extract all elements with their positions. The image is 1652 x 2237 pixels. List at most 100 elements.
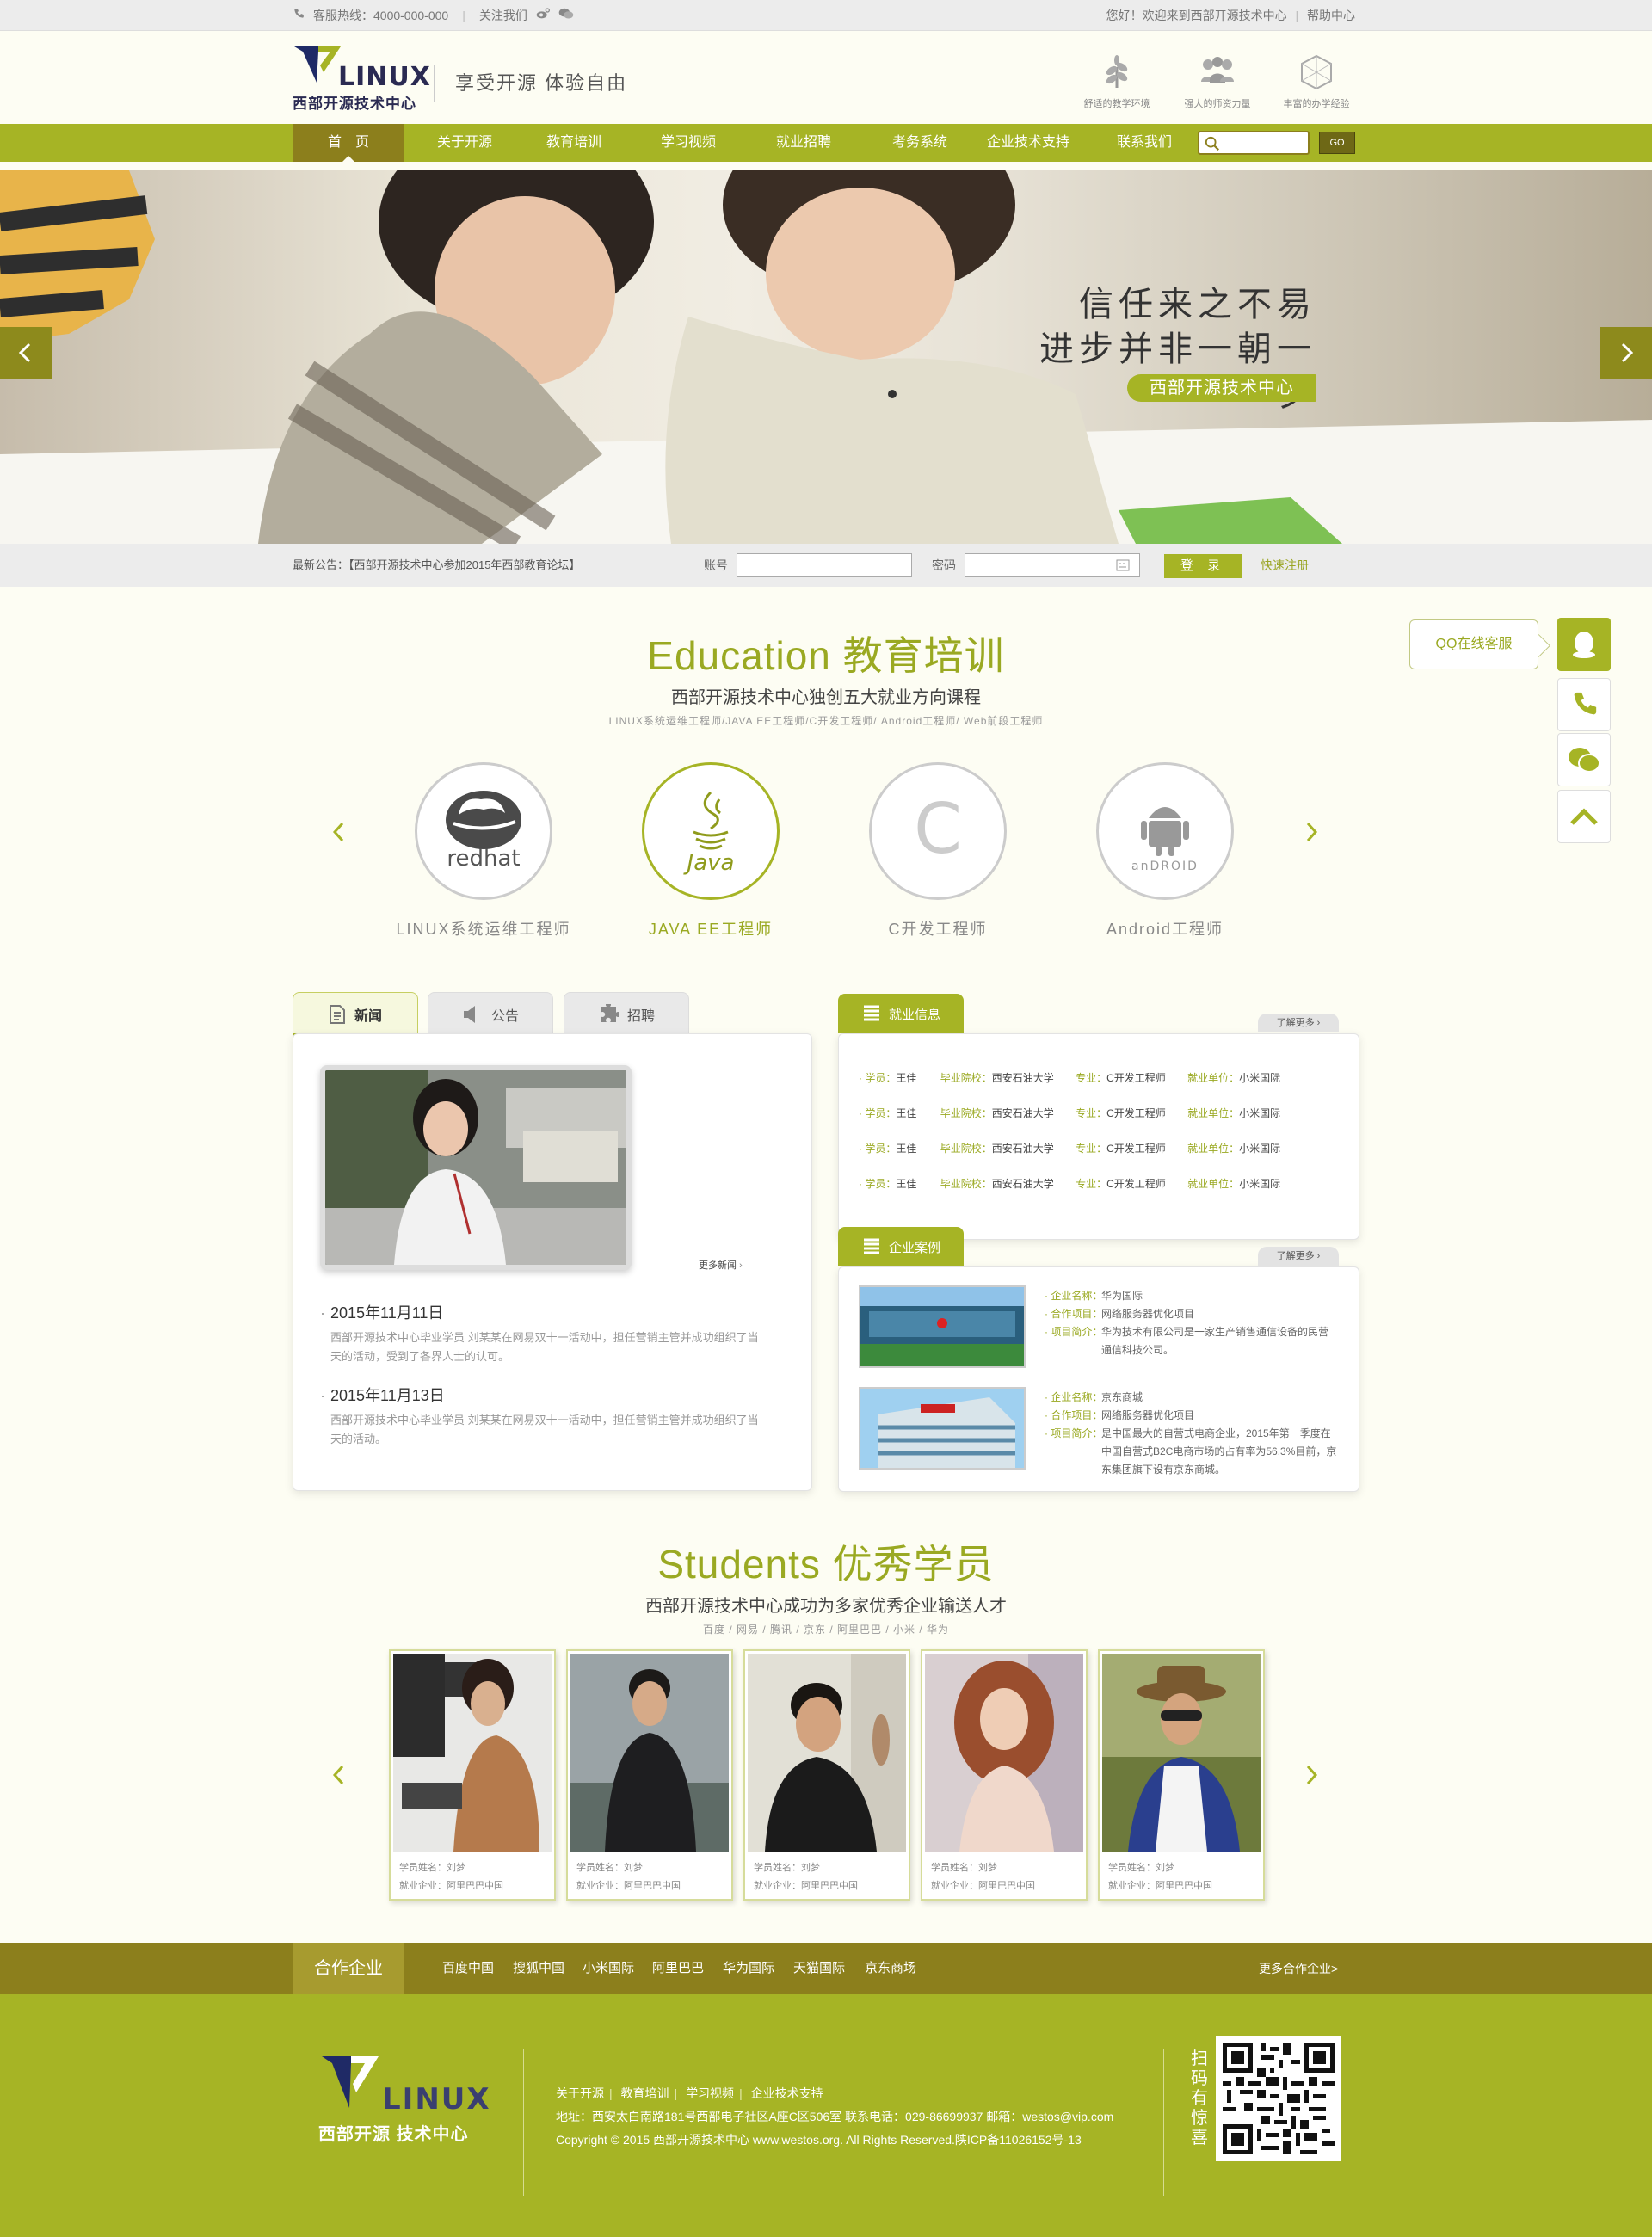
student-name: 刘梦 [801,1863,820,1873]
cases-panel-tab: 企业案例 [838,1227,964,1266]
student-card[interactable]: 学员姓名：刘梦 就业企业：阿里巴巴中国 [1098,1649,1265,1901]
courses-prev-button[interactable] [329,819,349,845]
cases-more-button[interactable]: 了解更多 › [1258,1247,1339,1266]
student-card[interactable]: 学员姓名：刘梦 就业企业：阿里巴巴中国 [921,1649,1088,1901]
chevron-right-icon [1306,822,1318,842]
label: 就业企业： [576,1881,624,1891]
student-company: 阿里巴巴中国 [1156,1881,1212,1891]
case-image-jd[interactable] [859,1387,1026,1470]
partner-link[interactable]: 天猫国际 [793,1943,845,1994]
company-name: 京东商城 [1101,1391,1143,1403]
register-link[interactable]: 快速注册 [1261,544,1309,587]
partner-link[interactable]: 搜狐中国 [513,1943,564,1994]
partner-link[interactable]: 京东商场 [865,1943,916,1994]
footer-link[interactable]: 学习视频 [686,2086,734,2100]
slogan: 享受开源 体验自由 [434,65,627,102]
footer-link[interactable]: 企业技术支持 [751,2086,823,2100]
partner-link[interactable]: 百度中国 [442,1943,494,1994]
account-input[interactable] [737,553,912,577]
keyboard-icon[interactable] [1116,559,1130,571]
more-news-link[interactable]: 更多新闻 › [699,1258,743,1272]
news-item[interactable]: 2015年11月13日 西部开源技术中心毕业学员 刘某某在网易双十一活动中，担任… [320,1383,767,1449]
label: 学员姓名： [576,1863,624,1873]
more-partners-link[interactable]: 更多合作企业> [1259,1943,1338,1994]
login-bar: 最新公告：【西部开源技术中心参加2015年西部教育论坛】 账号 密码 登 录 快… [0,544,1652,587]
label: 学员： [865,1072,897,1084]
nav-item-videos[interactable]: 学习视频 [632,124,744,162]
job-row[interactable]: · 学员：王佳 毕业院校：西安石油大学 专业：C开发工程师 就业单位：小米国际 [859,1176,1280,1191]
more-label: 了解更多 [1276,1018,1315,1028]
case-info: · 企业名称： 华为国际 · 合作项目： 网络服务器优化项目 · 项目简介： 华为技术… [1045,1290,1329,1356]
weibo-icon[interactable] [536,0,550,31]
nav-item-about[interactable]: 关于开源 [409,124,521,162]
latest-notice[interactable]: 最新公告：【西部开源技术中心参加2015年西部教育论坛】 [293,544,580,587]
qq-service-tooltip[interactable]: QQ在线客服 [1409,619,1538,669]
courses-next-button[interactable] [1301,819,1322,845]
major: C开发工程师 [1106,1143,1166,1155]
nav-item-exam[interactable]: 考务系统 [864,124,976,162]
school: 西安石油大学 [991,1178,1054,1190]
qq-button[interactable] [1557,618,1611,671]
partner-link[interactable]: 小米国际 [583,1943,634,1994]
label: 学员姓名： [931,1863,978,1873]
login-button[interactable]: 登 录 [1164,554,1242,578]
partner-link[interactable]: 华为国际 [723,1943,774,1994]
phone-button[interactable] [1557,678,1611,731]
search-input[interactable] [1198,131,1310,155]
wechat-icon[interactable] [558,0,574,31]
tab-recruitment[interactable]: 招聘 [564,992,689,1035]
android-logo: anDROID [1096,762,1234,900]
footer-link[interactable]: 关于开源 [556,2086,604,2100]
course-label: C开发工程师 [888,921,988,938]
students-next-button[interactable] [1301,1762,1322,1788]
tab-news[interactable]: 新闻 [293,992,418,1036]
banner-next-button[interactable] [1600,327,1652,379]
nav-item-jobs[interactable]: 就业招聘 [748,124,860,162]
news-item[interactable]: 2015年11月11日 西部开源技术中心毕业学员 刘某某在网易双十一活动中，担任… [320,1301,767,1366]
footer-divider [523,2049,524,2196]
label: 就业单位： [1187,1178,1240,1190]
student-name: 王佳 [896,1178,917,1190]
redhat-logo: redhat [415,762,552,900]
case-image-huawei[interactable] [859,1285,1026,1368]
course-linux[interactable]: redhat LINUX系统运维工程师 [396,762,570,940]
tab-announcements[interactable]: 公告 [428,992,553,1035]
banner-photo [0,170,1652,544]
news-date: 2015年11月11日 [320,1301,767,1323]
nav-item-home[interactable]: 首 页 [293,124,404,162]
password-input[interactable] [965,553,1140,577]
school: 西安石油大学 [991,1072,1054,1084]
wechat-button[interactable] [1557,733,1611,786]
banner-prev-button[interactable] [0,327,52,379]
help-center-link[interactable]: 帮助中心 [1307,9,1355,22]
nav-item-contact[interactable]: 联系我们 [1088,124,1200,162]
label: 学员： [865,1107,897,1119]
student-name: 刘梦 [624,1863,643,1873]
student-card[interactable]: 学员姓名：刘梦 就业企业：阿里巴巴中国 [743,1649,910,1901]
course-android[interactable]: anDROID Android工程师 [1096,762,1234,940]
course-c[interactable]: C C开发工程师 [869,762,1007,940]
jobs-more-button[interactable]: 了解更多 › [1258,1014,1339,1032]
job-row[interactable]: · 学员：王佳 毕业院校：西安石油大学 专业：C开发工程师 就业单位：小米国际 [859,1141,1280,1155]
nav-item-education[interactable]: 教育培训 [518,124,630,162]
student-card[interactable]: 学员姓名：刘梦 就业企业：阿里巴巴中国 [389,1649,556,1901]
logo-mark[interactable] [293,43,344,86]
intro: 华为技术有限公司是一家生产销售通信设备的民营通信科技公司。 [1101,1326,1329,1356]
job-row[interactable]: · 学员：王佳 毕业院校：西安石油大学 专业：C开发工程师 就业单位：小米国际 [859,1106,1280,1120]
course-java[interactable]: Java JAVA EE工程师 [642,762,780,940]
footer-link[interactable]: 教育培训 [621,2086,669,2100]
puzzle-icon [600,1003,619,1022]
partner-link[interactable]: 阿里巴巴 [652,1943,704,1994]
search-go-button[interactable]: GO [1319,132,1355,154]
news-photo[interactable] [320,1065,632,1270]
student-info: 学员姓名：刘梦 就业企业：阿里巴巴中国 [1108,1859,1212,1895]
back-to-top-button[interactable] [1557,790,1611,843]
student-card[interactable]: 学员姓名：刘梦 就业企业：阿里巴巴中国 [566,1649,733,1901]
job-row[interactable]: · 学员：王佳 毕业院校：西安石油大学 专业：C开发工程师 就业单位：小米国际 [859,1070,1280,1085]
students-prev-button[interactable] [329,1762,349,1788]
label: 项目简介： [1051,1326,1103,1338]
nav-item-enterprise[interactable]: 企业技术支持 [964,124,1093,162]
company: 小米国际 [1239,1178,1281,1190]
partners-bar: 合作企业 百度中国 搜狐中国 小米国际 阿里巴巴 华为国际 天猫国际 京东商场 … [0,1943,1652,1994]
feature-label: 丰富的办学经验 [1283,99,1350,109]
